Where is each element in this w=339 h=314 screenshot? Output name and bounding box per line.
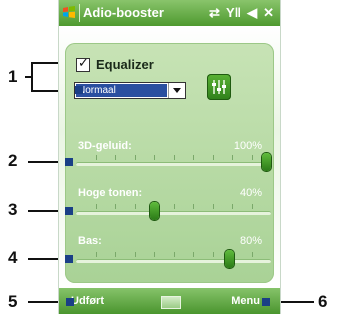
slider-tick xyxy=(213,155,214,160)
slider-treble-value: 40% xyxy=(239,187,262,199)
equalizer-settings-button[interactable] xyxy=(207,74,231,100)
slider-bass-value: 80% xyxy=(239,235,262,247)
title-separator xyxy=(79,4,80,22)
slider-thumb[interactable] xyxy=(262,153,271,171)
callout-1: 1 xyxy=(8,67,18,86)
slider-3d-value: 100% xyxy=(233,140,262,152)
equalizer-settings-icon xyxy=(212,80,226,94)
slider-tick xyxy=(193,204,194,209)
menu-bar: Udført Menu xyxy=(59,288,280,314)
close-icon[interactable]: ✕ xyxy=(263,4,274,22)
callout-2: 2 xyxy=(8,151,18,170)
slider-tick xyxy=(115,155,116,160)
preset-dropdown[interactable]: Normaal xyxy=(74,82,186,99)
preset-value: Normaal xyxy=(76,84,167,97)
slider-tick xyxy=(232,204,233,209)
windows-logo-icon[interactable] xyxy=(62,5,76,19)
signal-icon[interactable]: Y‖ xyxy=(226,4,241,22)
slider-treble-track[interactable] xyxy=(76,202,271,220)
callout-1-bracket xyxy=(31,62,33,92)
check-mark-icon: ✓ xyxy=(78,55,89,70)
slider-tick xyxy=(213,204,214,209)
slider-tick xyxy=(174,155,175,160)
slider-tick xyxy=(154,252,155,257)
connectivity-icon[interactable]: ⇄ xyxy=(209,4,220,22)
slider-tick xyxy=(135,155,136,160)
equalizer-checkbox[interactable]: ✓ xyxy=(76,55,90,72)
slider-bass-label: Bas: xyxy=(78,235,102,247)
callout-5: 5 xyxy=(8,292,18,311)
callout-2-marker xyxy=(65,158,73,166)
slider-tick xyxy=(96,252,97,257)
slider-tick xyxy=(96,204,97,209)
slider-tick xyxy=(154,155,155,160)
callout-4: 4 xyxy=(8,248,18,267)
slider-tick xyxy=(213,252,214,257)
chevron-down-icon[interactable] xyxy=(168,83,185,98)
window-title: Adio-booster xyxy=(83,5,164,20)
keyboard-icon[interactable] xyxy=(161,296,181,309)
callout-4-marker xyxy=(65,255,73,263)
slider-tick xyxy=(135,252,136,257)
callout-6-marker xyxy=(262,298,270,306)
slider-tick xyxy=(193,252,194,257)
slider-tick xyxy=(135,204,136,209)
slider-3d-track[interactable] xyxy=(76,153,271,171)
slider-tick xyxy=(115,204,116,209)
slider-tick xyxy=(252,204,253,209)
slider-thumb[interactable] xyxy=(225,250,234,268)
slider-tick xyxy=(232,155,233,160)
device-screen: Adio-booster ⇄ Y‖ ◀ ✕ ✓ Equalizer Normaa… xyxy=(59,0,280,314)
slider-thumb[interactable] xyxy=(150,202,159,220)
content-area xyxy=(59,26,280,288)
slider-tick xyxy=(174,204,175,209)
callout-3: 3 xyxy=(8,200,18,219)
slider-bass-track[interactable] xyxy=(76,250,271,268)
slider-tick xyxy=(96,155,97,160)
slider-tick xyxy=(193,155,194,160)
status-icons: ⇄ Y‖ ◀ ✕ xyxy=(209,4,274,22)
slider-3d-label: 3D-geluid: xyxy=(78,140,132,152)
menu-button[interactable]: Menu xyxy=(231,295,260,307)
callout-6: 6 xyxy=(318,292,328,311)
slider-treble-label: Hoge tonen: xyxy=(78,187,143,199)
callout-5-marker xyxy=(66,298,74,306)
callout-3-marker xyxy=(65,207,73,215)
slider-tick xyxy=(252,252,253,257)
equalizer-label: Equalizer xyxy=(96,57,154,72)
done-button[interactable]: Udført xyxy=(71,295,104,307)
slider-tick xyxy=(252,155,253,160)
slider-tick xyxy=(174,252,175,257)
speaker-icon[interactable]: ◀ xyxy=(247,4,257,22)
slider-tick xyxy=(115,252,116,257)
callout-1-marker xyxy=(75,86,83,94)
title-bar: Adio-booster ⇄ Y‖ ◀ ✕ xyxy=(59,0,280,26)
